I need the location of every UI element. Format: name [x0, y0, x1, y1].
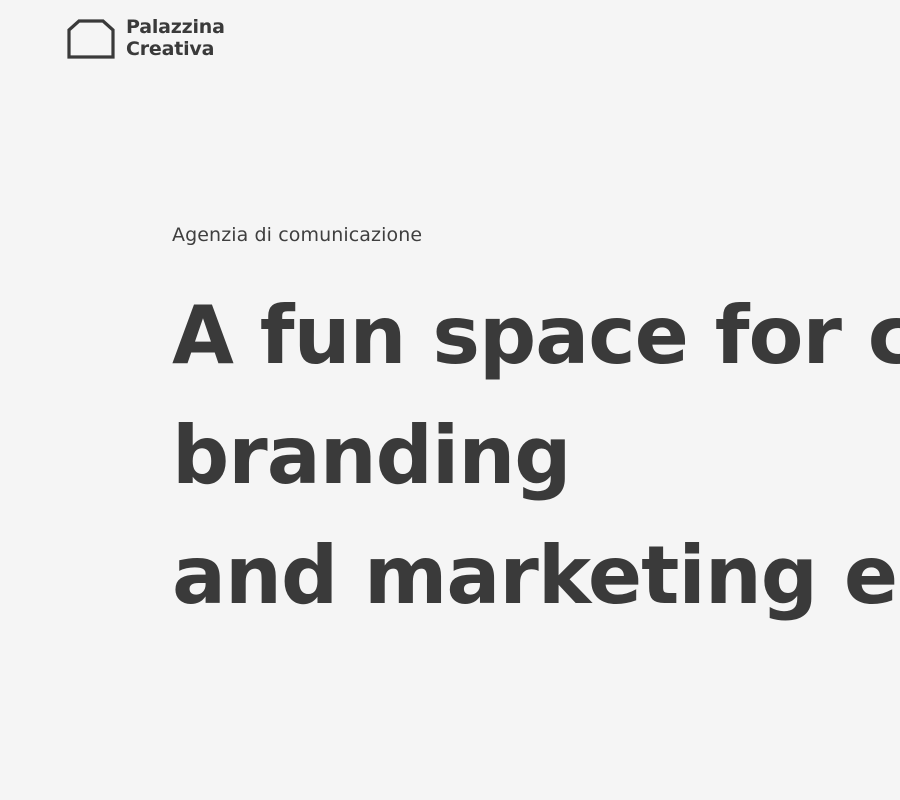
hero-headline-line-3: and marketing e — [172, 529, 898, 622]
hero-headline-line-2: branding — [172, 409, 572, 502]
logo-line-1: Palazzina — [126, 16, 225, 38]
hero-headline-line-1: A fun space for c — [172, 289, 900, 382]
hero-section: Agenzia di comunicazione A fun space for… — [172, 222, 900, 636]
hero-headline: A fun space for c branding and marketing… — [172, 276, 900, 636]
logo-wordmark: Palazzina Creativa — [126, 16, 225, 60]
hero-eyebrow: Agenzia di comunicazione — [172, 224, 423, 246]
logo-line-2: Creativa — [126, 38, 215, 60]
house-outline-icon — [67, 19, 115, 59]
logo-link[interactable]: Palazzina Creativa — [66, 16, 225, 60]
